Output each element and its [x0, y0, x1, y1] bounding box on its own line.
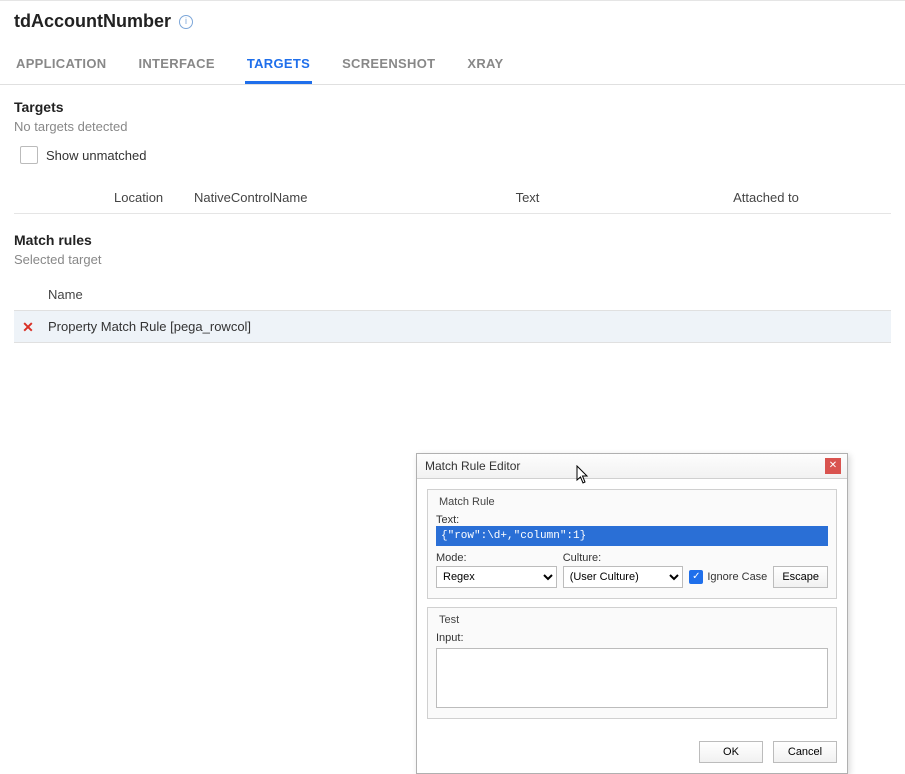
tab-targets[interactable]: TARGETS	[245, 46, 312, 84]
col-text: Text	[414, 190, 641, 205]
match-rule-label: Property Match Rule [pega_rowcol]	[48, 319, 251, 334]
tab-application[interactable]: APPLICATION	[14, 46, 108, 84]
ignorecase-label: Ignore Case	[707, 571, 767, 583]
error-icon: ✕	[18, 320, 38, 334]
targets-empty: No targets detected	[14, 119, 891, 134]
culture-label: Culture:	[563, 552, 684, 564]
ignorecase-checkbox[interactable]: ✓	[689, 570, 703, 584]
match-rule-row[interactable]: ✕ Property Match Rule [pega_rowcol]	[14, 311, 891, 343]
matchrules-heading: Match rules	[14, 232, 891, 248]
mode-label: Mode:	[436, 552, 557, 564]
targets-table-header: Location NativeControlName Text Attached…	[14, 182, 891, 214]
ok-button[interactable]: OK	[699, 741, 763, 763]
col-name: Name	[14, 287, 83, 302]
info-icon[interactable]: i	[179, 15, 193, 29]
escape-button[interactable]: Escape	[773, 566, 828, 588]
col-attached: Attached to	[641, 190, 891, 205]
tab-interface[interactable]: INTERFACE	[136, 46, 216, 84]
col-location: Location	[14, 190, 194, 205]
cancel-button[interactable]: Cancel	[773, 741, 837, 763]
show-unmatched-label: Show unmatched	[46, 148, 146, 163]
dialog-title: Match Rule Editor	[425, 459, 520, 473]
page-title: tdAccountNumber	[14, 11, 171, 32]
input-label: Input:	[436, 632, 828, 644]
tab-bar: APPLICATION INTERFACE TARGETS SCREENSHOT…	[0, 46, 905, 85]
culture-select[interactable]: (User Culture)	[563, 566, 684, 588]
close-icon[interactable]: ✕	[825, 458, 841, 474]
tab-screenshot[interactable]: SCREENSHOT	[340, 46, 437, 84]
group-matchrule-title: Match Rule	[436, 496, 498, 508]
test-input[interactable]	[436, 648, 828, 708]
tab-xray[interactable]: XRAY	[465, 46, 505, 84]
mode-select[interactable]: Regex	[436, 566, 557, 588]
matchrules-sub: Selected target	[14, 252, 891, 267]
text-label: Text:	[436, 514, 828, 526]
group-test-title: Test	[436, 614, 462, 626]
text-input[interactable]	[436, 526, 828, 546]
show-unmatched-checkbox[interactable]	[20, 146, 38, 164]
col-native: NativeControlName	[194, 190, 414, 205]
targets-heading: Targets	[14, 99, 891, 115]
match-rule-editor-dialog: Match Rule Editor ✕ Match Rule Text: Mod…	[416, 453, 848, 774]
